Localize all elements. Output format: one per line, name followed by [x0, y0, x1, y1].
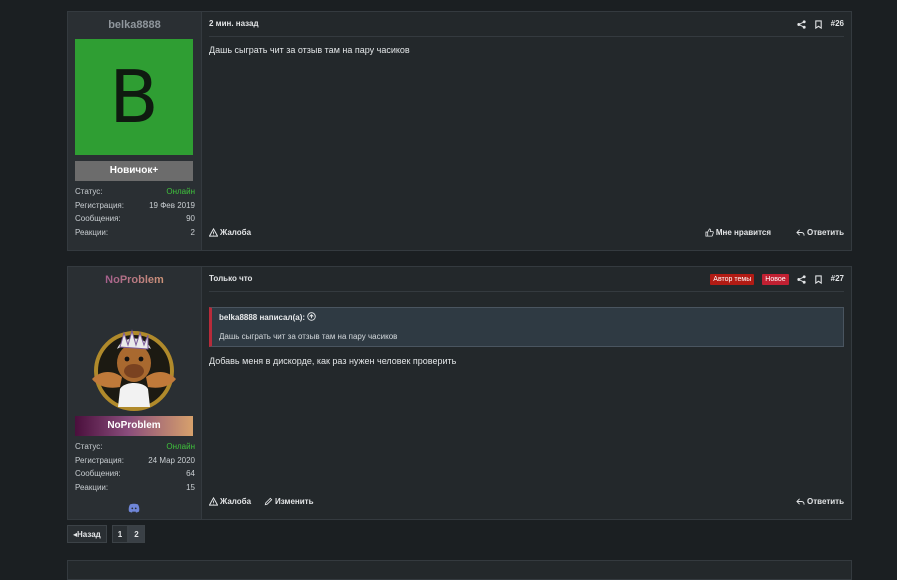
stat-value: Онлайн	[166, 187, 195, 196]
warning-icon	[209, 228, 218, 237]
report-button[interactable]: Жалоба	[209, 497, 251, 506]
quote-text: Дашь сыграть чит за отзыв там на пару ча…	[219, 332, 398, 341]
post-number[interactable]: #27	[831, 267, 844, 291]
reply-button[interactable]: Ответить	[796, 228, 844, 237]
reply-icon	[796, 229, 805, 236]
stat-messages: Сообщения: 64	[75, 467, 195, 481]
discord-icon[interactable]	[128, 503, 140, 513]
stat-label: Сообщения:	[75, 214, 121, 223]
quote-header[interactable]: belka8888 написал(а):	[219, 312, 316, 322]
bookmark-icon[interactable]	[814, 19, 823, 29]
user-stats: Статус: Онлайн Регистрация: 24 Мар 2020 …	[75, 440, 195, 494]
stat-label: Реакции:	[75, 482, 109, 492]
expand-quote-icon[interactable]	[307, 312, 316, 321]
reply-button[interactable]: Ответить	[796, 497, 844, 506]
like-label: Мне нравится	[715, 228, 771, 237]
alf-character-avatar[interactable]	[84, 319, 184, 419]
username-link[interactable]: NoProblem	[68, 274, 201, 286]
user-rank-banner: Новичок+	[75, 161, 193, 181]
report-label: Жалоба	[220, 497, 252, 506]
quote-block: belka8888 написал(а): Дашь сыграть чит з…	[209, 307, 844, 347]
stat-reactions: Реакции: 15	[75, 481, 195, 495]
stat-registration: Регистрация: 24 Мар 2020	[75, 454, 195, 468]
edit-label: Изменить	[275, 497, 314, 506]
stat-value: 90	[186, 214, 195, 223]
reply-label: Ответить	[807, 497, 844, 506]
stat-label: Реакции:	[75, 227, 109, 237]
stat-value: Онлайн	[166, 442, 195, 451]
user-info-panel: belka8888 B Новичок+ Статус: Онлайн Реги…	[68, 12, 202, 250]
prev-label: Назад	[77, 530, 101, 539]
page-link-1[interactable]: 1	[111, 525, 129, 543]
stat-label: Регистрация:	[75, 455, 124, 465]
like-button[interactable]: Мне нравится	[705, 228, 771, 237]
stat-status: Статус: Онлайн	[75, 440, 195, 454]
post-message: Добавь меня в дискорде, как раз нужен че…	[209, 356, 457, 366]
post-26: belka8888 B Новичок+ Статус: Онлайн Реги…	[67, 11, 852, 251]
stat-value: 15	[186, 482, 195, 492]
reply-icon	[796, 498, 805, 505]
edit-button[interactable]: Изменить	[264, 497, 313, 506]
post-number[interactable]: #26	[831, 12, 844, 36]
bookmark-icon[interactable]	[814, 274, 823, 284]
pencil-icon	[264, 497, 273, 506]
warning-icon	[209, 497, 218, 506]
post-timestamp[interactable]: 2 мин. назад	[209, 12, 259, 36]
post-actions: Жалоба Изменить Ответить	[209, 497, 844, 511]
stat-value: 19 Фев 2019	[149, 200, 195, 210]
stat-reactions: Реакции: 2	[75, 226, 195, 240]
share-icon[interactable]	[797, 19, 806, 29]
stat-label: Регистрация:	[75, 200, 124, 210]
stat-status: Статус: Онлайн	[75, 185, 195, 199]
stat-label: Статус:	[75, 442, 103, 451]
stat-value: 24 Мар 2020	[148, 455, 195, 465]
stat-messages: Сообщения: 90	[75, 212, 195, 226]
post-timestamp[interactable]: Только что	[209, 267, 252, 291]
stat-value: 2	[190, 227, 195, 237]
user-info-panel: NoProblem NoProblem Статус: Онлайн Регис…	[68, 267, 202, 519]
new-badge: Новое	[762, 273, 789, 285]
reply-label: Ответить	[807, 228, 844, 237]
stat-label: Сообщения:	[75, 469, 121, 478]
author-badge: Автор темы	[710, 273, 755, 285]
post-header: 2 мин. назад #26	[209, 12, 844, 37]
stat-label: Статус:	[75, 187, 103, 196]
quote-author: belka8888 написал(а):	[219, 313, 306, 322]
post-header: Только что Автор темы Новое #27	[209, 267, 844, 292]
user-stats: Статус: Онлайн Регистрация: 19 Фев 2019 …	[75, 185, 195, 239]
username-link[interactable]: belka8888	[68, 19, 201, 31]
post-actions: Жалоба Мне нравится Ответить	[209, 228, 844, 242]
report-label: Жалоба	[220, 228, 252, 237]
avatar[interactable]: B	[75, 39, 193, 155]
post-body: Только что Автор темы Новое #27 belka888…	[202, 267, 851, 519]
report-button[interactable]: Жалоба	[209, 228, 251, 237]
post-tools: #26	[797, 12, 844, 36]
next-post-edge	[67, 560, 852, 580]
prev-page-button[interactable]: ◂Назад	[67, 525, 107, 543]
post-body: 2 мин. назад #26 Дашь сыграть чит за отз…	[202, 12, 851, 250]
stat-registration: Регистрация: 19 Фев 2019	[75, 199, 195, 213]
page-link-2[interactable]: 2	[128, 525, 145, 543]
page-links: 1 2	[111, 525, 145, 543]
post-tools: Автор темы Новое #27	[710, 267, 844, 291]
post-27: NoProblem NoProblem Статус: Онлайн Регис…	[67, 266, 852, 520]
stat-value: 64	[186, 469, 195, 478]
pagination: ◂Назад 1 2	[67, 525, 145, 543]
thumbs-up-icon	[705, 228, 714, 237]
user-rank-banner: NoProblem	[75, 416, 193, 436]
post-message: Дашь сыграть чит за отзыв там на пару ча…	[209, 45, 410, 55]
share-icon[interactable]	[797, 274, 806, 284]
